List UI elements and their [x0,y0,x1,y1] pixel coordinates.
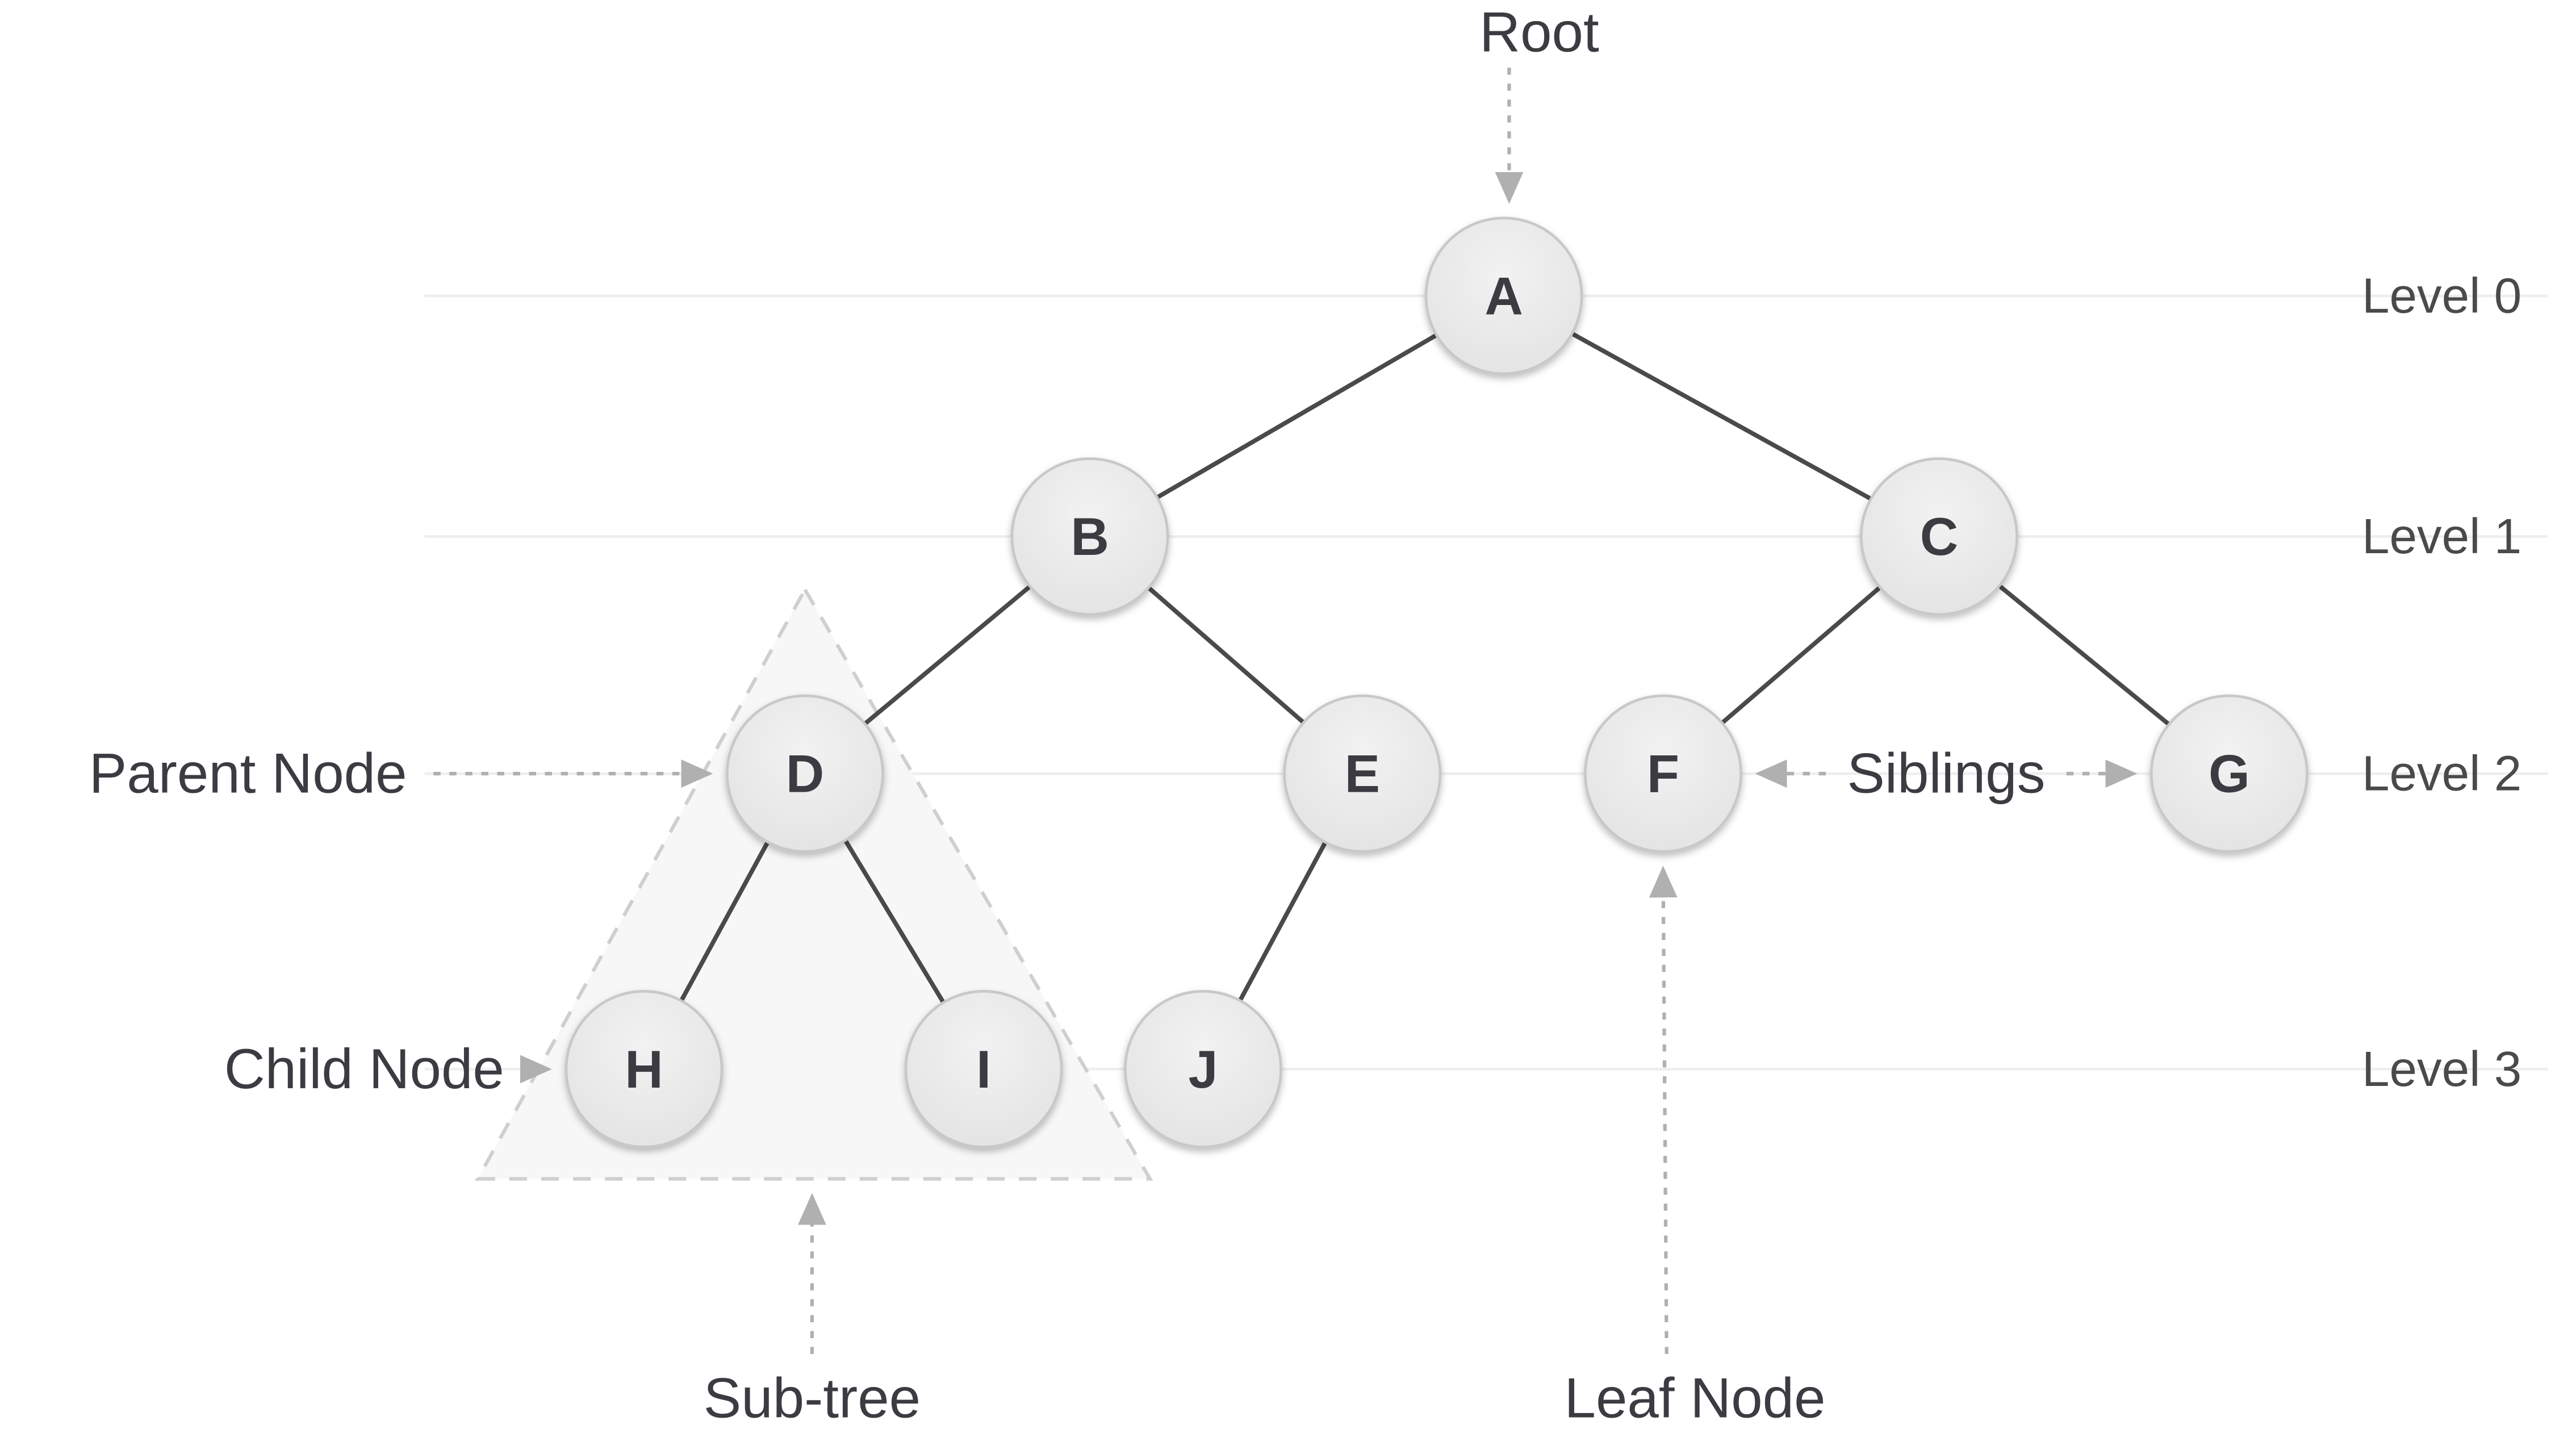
sub-tree-label: Sub-tree [704,1367,921,1430]
node-D: D [727,696,883,851]
node-H-label: H [625,1039,663,1099]
edge-B-E [1148,588,1303,723]
child-node-label: Child Node [224,1038,504,1101]
node-H: H [566,991,722,1147]
level-label-0: Level 0 [2362,269,2521,324]
node-I: I [906,991,1061,1147]
node-F: F [1585,696,1741,851]
node-A: A [1426,218,1582,374]
edge-A-B [1157,335,1437,498]
node-C-label: C [1920,507,1958,566]
edge-B-D [865,586,1030,724]
edge-E-J [1240,842,1325,1001]
leaf-node-label: Leaf Node [1565,1367,1826,1430]
edge-C-G [2000,586,2169,724]
node-J-label: J [1188,1039,1218,1099]
node-A-label: A [1484,266,1523,326]
edge-C-F [1722,587,1880,723]
node-B: B [1012,459,1168,615]
node-F-label: F [1647,744,1679,804]
node-B-label: B [1070,507,1109,566]
node-D-label: D [786,744,824,804]
node-C: C [1861,459,2017,615]
node-E: E [1285,696,1440,851]
edge-A-C [1572,333,1871,499]
level-label-3: Level 3 [2362,1042,2521,1097]
node-E-label: E [1345,744,1380,804]
parent-node-label: Parent Node [89,742,407,805]
level-label-2: Level 2 [2362,746,2521,801]
level-label-1: Level 1 [2362,509,2521,564]
root-label: Root [1479,1,1599,64]
node-G: G [2151,696,2307,851]
level-labels: Level 0 Level 1 Level 2 Level 3 [2362,269,2521,1097]
tree-diagram: ABCDEFGHIJ Level 0Level 1Level 2Level 3 … [0,0,2576,1450]
node-J: J [1125,991,1281,1147]
node-I-label: I [976,1039,991,1099]
node-G-label: G [2209,744,2250,804]
lead-leaf [1663,869,1666,1354]
siblings-label: Siblings [1847,742,2045,805]
